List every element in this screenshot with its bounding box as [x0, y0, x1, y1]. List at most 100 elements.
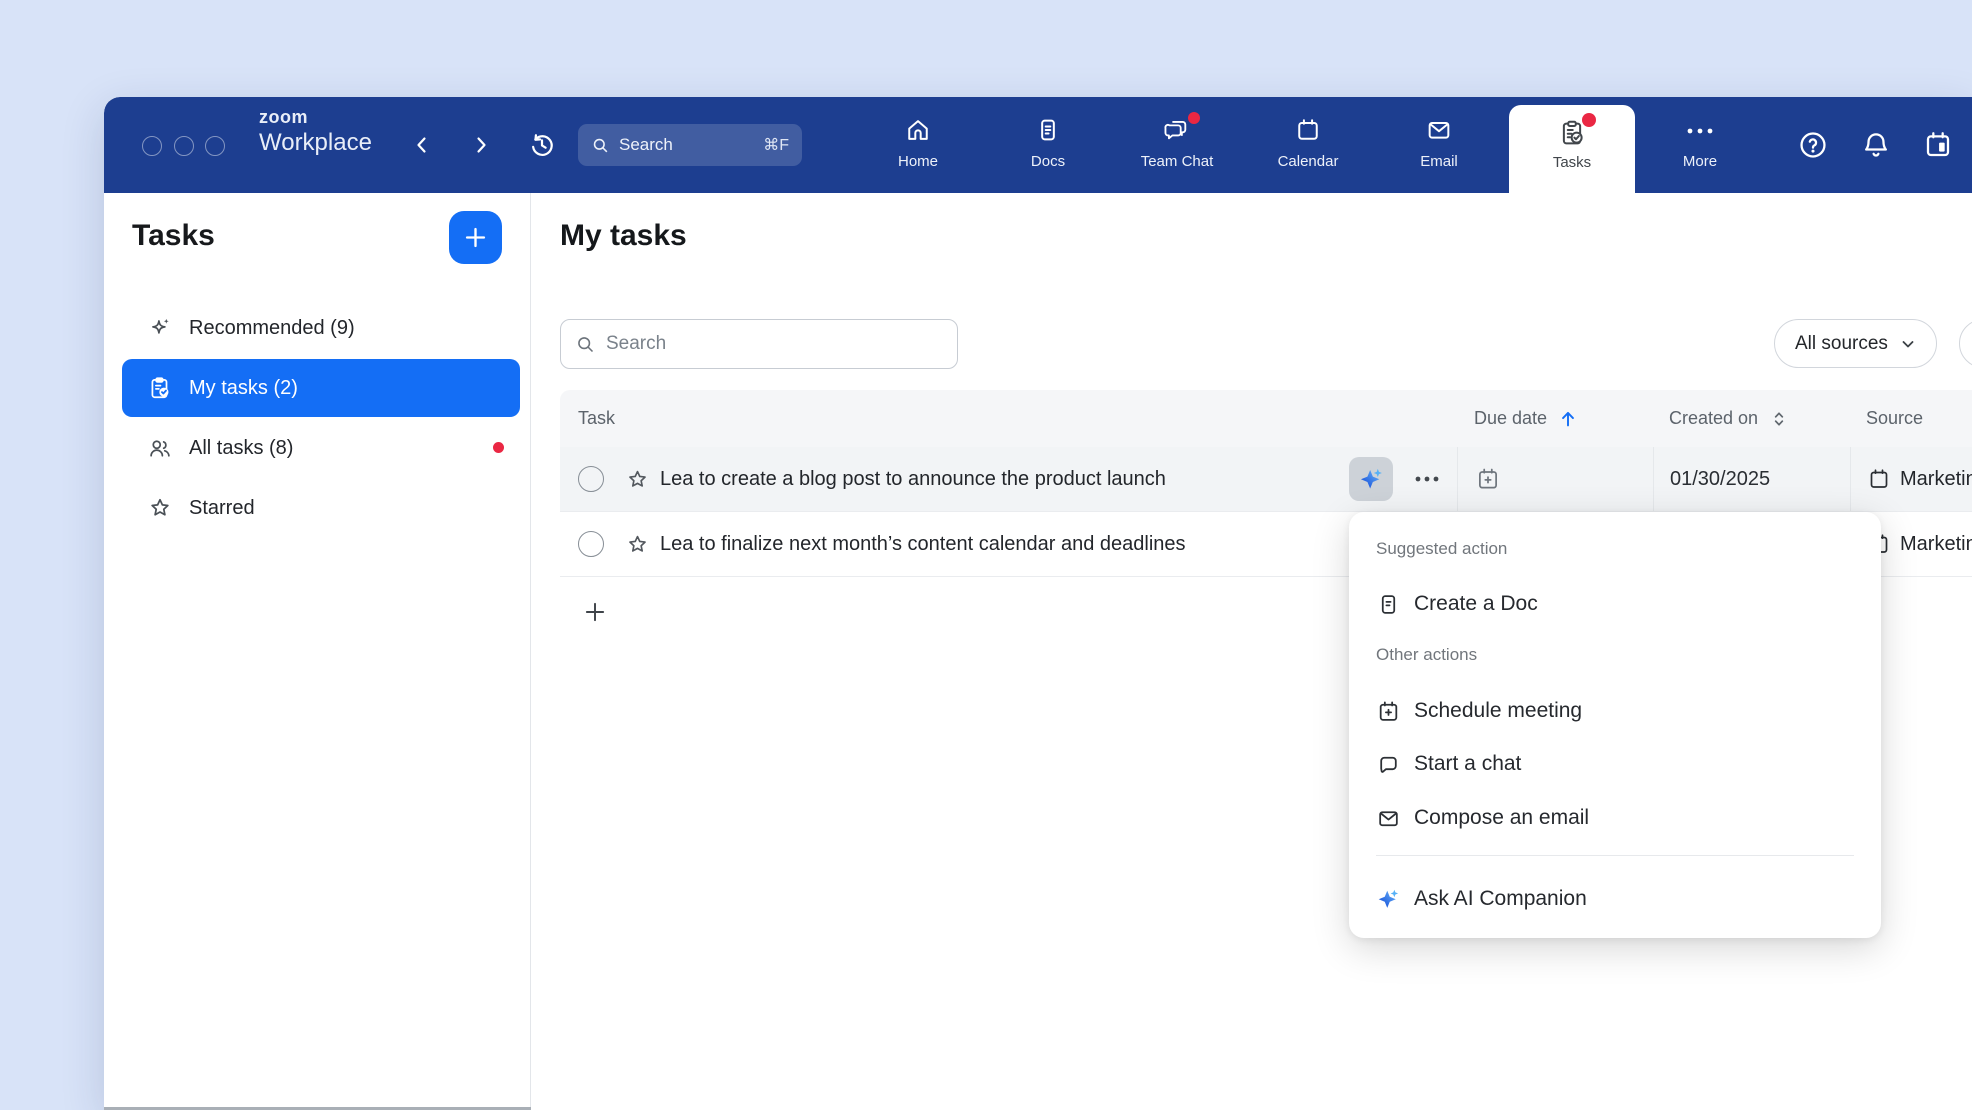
nav-item-email[interactable]: Email — [1391, 97, 1487, 193]
star-icon — [147, 495, 173, 521]
back-chevron-icon[interactable] — [410, 133, 434, 157]
menu-item-create-doc[interactable]: Create a Doc — [1376, 578, 1857, 630]
task-title: Lea to create a blog post to announce th… — [660, 468, 1166, 491]
sidebar-item-label: Recommended (9) — [189, 317, 355, 340]
add-task-row-button[interactable] — [560, 577, 608, 647]
task-checkbox[interactable] — [578, 531, 604, 557]
email-icon — [1425, 116, 1453, 145]
source-label: Marketing — [1900, 468, 1972, 491]
task-checkbox[interactable] — [578, 466, 604, 492]
help-icon[interactable] — [1797, 129, 1829, 161]
task-cell: Lea to finalize next month’s content cal… — [560, 512, 1457, 576]
doc-icon — [1376, 592, 1401, 617]
nav-tab-tasks[interactable]: Tasks — [1509, 105, 1635, 193]
envelope-icon — [1376, 806, 1401, 831]
sidebar-item-label: Starred — [189, 497, 255, 520]
sources-filter-dropdown[interactable]: All sources — [1774, 319, 1937, 368]
calendar-plus-icon — [1376, 699, 1401, 724]
tasks-sidebar: Tasks Recommended (9) — [104, 193, 531, 1110]
plus-icon — [582, 599, 608, 625]
calendar-plus-icon — [1475, 466, 1501, 492]
suggested-actions-menu: Suggested action Create a Doc Other acti… — [1349, 512, 1881, 938]
global-search-box[interactable]: Search ⌘F — [578, 124, 802, 166]
menu-item-start-chat[interactable]: Start a chat — [1376, 738, 1857, 790]
people-icon — [147, 435, 173, 461]
sidebar-item-my-tasks[interactable]: My tasks (2) — [122, 359, 520, 417]
sidebar-item-recommended[interactable]: Recommended (9) — [122, 298, 520, 358]
star-icon[interactable] — [625, 467, 650, 492]
nav-item-home[interactable]: Home — [870, 97, 966, 193]
logo-workplace-text: Workplace — [259, 131, 372, 155]
sidebar-item-all-tasks[interactable]: All tasks (8) — [122, 418, 520, 478]
column-header-due-date[interactable]: Due date — [1457, 408, 1653, 430]
team-chat-badge — [1188, 112, 1200, 124]
calendar-icon — [1294, 116, 1322, 145]
filter-dropdown-clipped[interactable] — [1959, 319, 1972, 368]
home-icon — [904, 116, 932, 145]
more-ellipsis-icon — [1685, 116, 1715, 145]
zoom-workplace-logo: zoom Workplace — [259, 108, 372, 155]
window-minimize-button[interactable] — [174, 136, 194, 156]
window-close-button[interactable] — [142, 136, 162, 156]
history-icon[interactable] — [528, 131, 556, 159]
team-chat-icon — [1162, 116, 1192, 145]
ai-companion-button[interactable] — [1349, 457, 1393, 501]
menu-item-ask-ai-companion[interactable]: Ask AI Companion — [1376, 873, 1857, 925]
nav-item-docs[interactable]: Docs — [1000, 97, 1096, 193]
column-header-source[interactable]: Source — [1850, 408, 1972, 429]
sidebar-list: Recommended (9) My tasks (2) — [122, 298, 520, 538]
source-label: Marketing — [1900, 533, 1972, 556]
due-date-cell[interactable] — [1457, 447, 1653, 511]
task-search-input[interactable] — [606, 333, 943, 355]
sidebar-item-label: All tasks (8) — [189, 437, 293, 460]
search-shortcut: ⌘F — [763, 135, 789, 155]
window-zoom-button[interactable] — [205, 136, 225, 156]
chat-bubble-icon — [1376, 752, 1401, 777]
menu-section-label: Suggested action — [1376, 539, 1507, 559]
menu-section-label: Other actions — [1376, 645, 1477, 665]
menu-item-schedule-meeting[interactable]: Schedule meeting — [1376, 685, 1857, 737]
menu-divider — [1376, 855, 1854, 856]
nav-item-team-chat[interactable]: Team Chat — [1129, 97, 1225, 193]
top-navbar: zoom Workplace Search ⌘F Home — [104, 97, 1972, 193]
source-cell: Marketing — [1850, 447, 1972, 511]
my-tasks-panel: My tasks All sources Task Due date — [532, 193, 1972, 1110]
sparkle-icon — [147, 315, 173, 341]
sort-toggle-icon[interactable] — [1768, 408, 1790, 430]
tasks-clipboard-icon — [1557, 118, 1587, 148]
search-icon — [575, 334, 596, 355]
sidebar-item-label: My tasks (2) — [189, 377, 298, 400]
schedule-icon[interactable] — [1922, 129, 1954, 161]
all-tasks-badge — [493, 442, 504, 453]
menu-item-compose-email[interactable]: Compose an email — [1376, 792, 1857, 844]
clipboard-check-icon — [147, 375, 173, 401]
ai-companion-icon — [1358, 466, 1385, 493]
sidebar-title: Tasks — [132, 219, 215, 253]
page-title: My tasks — [560, 219, 687, 253]
star-icon[interactable] — [625, 532, 650, 557]
task-search-box[interactable] — [560, 319, 958, 369]
sort-ascending-icon[interactable] — [1557, 408, 1579, 430]
table-header: Task Due date Created on Source — [560, 390, 1972, 447]
sidebar-item-starred[interactable]: Starred — [122, 478, 520, 538]
tasks-badge — [1582, 113, 1596, 127]
task-title: Lea to finalize next month’s content cal… — [660, 533, 1186, 556]
search-placeholder: Search — [619, 135, 673, 155]
task-row[interactable]: Lea to create a blog post to announce th… — [560, 447, 1972, 512]
created-on-cell: 01/30/2025 — [1653, 447, 1850, 511]
task-cell: Lea to create a blog post to announce th… — [560, 447, 1457, 511]
row-more-actions-icon[interactable] — [1411, 463, 1443, 495]
desktop: { "colors": { "navbar": "#1d3e90", "acce… — [0, 0, 1972, 1110]
forward-chevron-icon[interactable] — [469, 133, 493, 157]
chevron-down-icon — [1900, 336, 1916, 352]
nav-item-calendar[interactable]: Calendar — [1260, 97, 1356, 193]
column-header-created-on[interactable]: Created on — [1653, 408, 1850, 430]
column-header-task[interactable]: Task — [560, 408, 1457, 429]
ai-companion-icon — [1376, 887, 1401, 912]
sources-filter-value: All sources — [1795, 333, 1888, 355]
bell-icon[interactable] — [1860, 129, 1892, 161]
add-task-button[interactable] — [449, 211, 502, 264]
nav-item-more[interactable]: More — [1652, 97, 1748, 193]
search-icon — [591, 136, 610, 155]
logo-zoom-text: zoom — [259, 108, 372, 126]
